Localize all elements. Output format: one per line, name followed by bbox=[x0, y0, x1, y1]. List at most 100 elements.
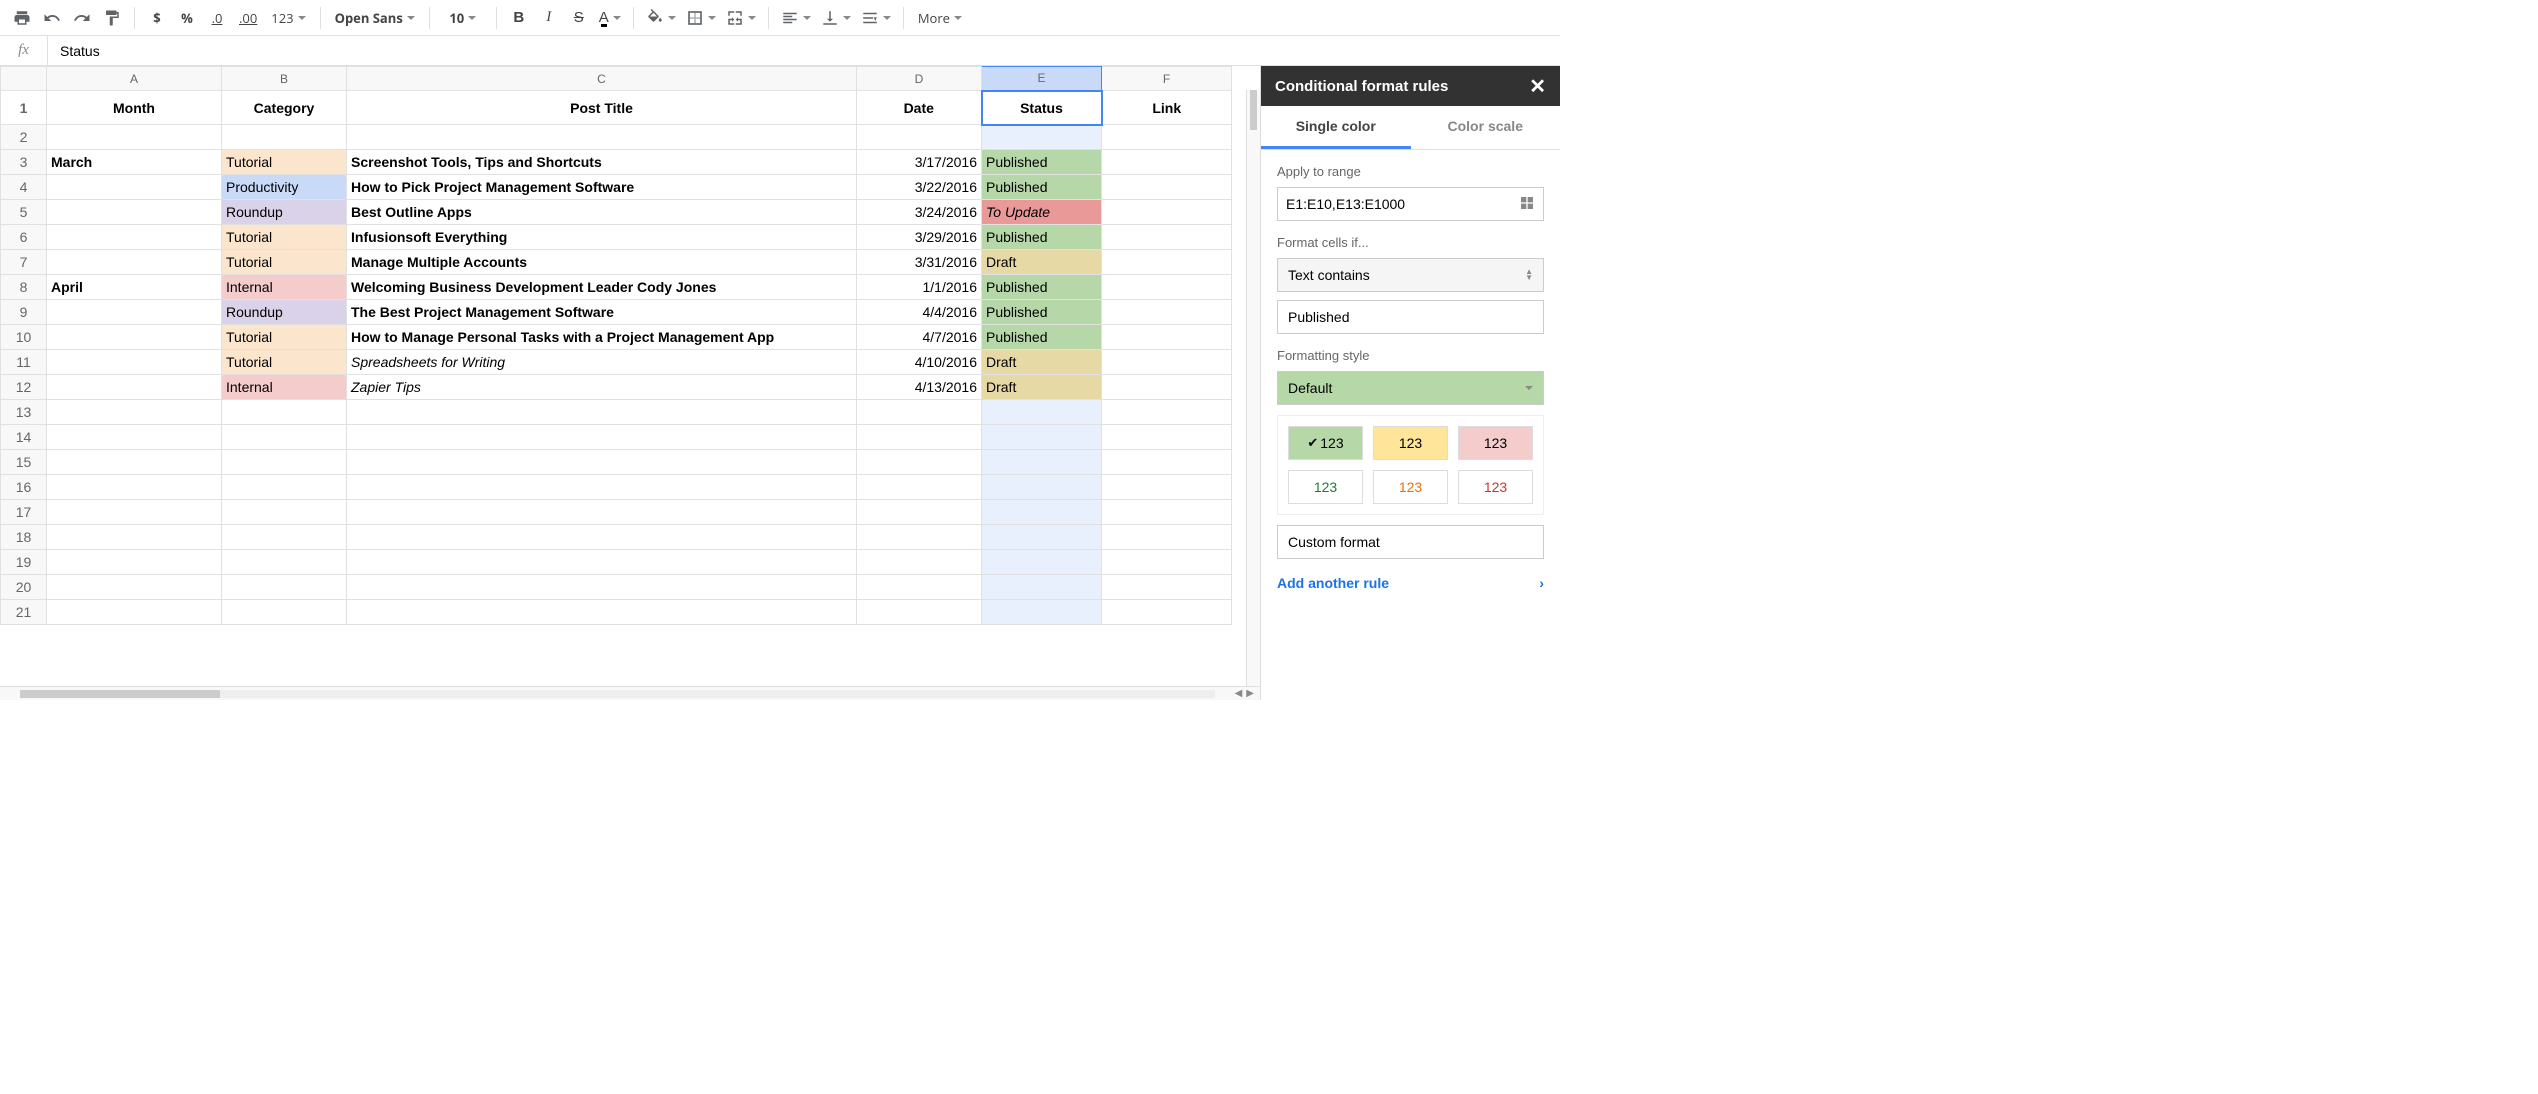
cell[interactable] bbox=[47, 375, 222, 400]
cell[interactable] bbox=[982, 125, 1102, 150]
cell[interactable]: Published bbox=[982, 150, 1102, 175]
cell[interactable]: 1/1/2016 bbox=[857, 275, 982, 300]
swatch-red-fill[interactable]: 123 bbox=[1458, 426, 1533, 460]
cell[interactable] bbox=[1102, 600, 1232, 625]
strikethrough-button[interactable]: S bbox=[565, 4, 593, 32]
cell[interactable] bbox=[982, 500, 1102, 525]
cell[interactable] bbox=[347, 550, 857, 575]
print-button[interactable] bbox=[8, 4, 36, 32]
cell[interactable]: Published bbox=[982, 175, 1102, 200]
col-header-e[interactable]: E bbox=[982, 67, 1102, 91]
cell[interactable] bbox=[982, 600, 1102, 625]
style-default-select[interactable]: Default bbox=[1277, 371, 1544, 405]
cell[interactable] bbox=[982, 400, 1102, 425]
row-header[interactable]: 12 bbox=[1, 375, 47, 400]
range-input[interactable]: E1:E10,E13:E1000 bbox=[1277, 187, 1544, 221]
cell[interactable]: Published bbox=[982, 275, 1102, 300]
header-cell[interactable]: Month bbox=[47, 91, 222, 125]
cell[interactable] bbox=[982, 525, 1102, 550]
format-percent-button[interactable]: % bbox=[173, 4, 201, 32]
cell[interactable]: 3/29/2016 bbox=[857, 225, 982, 250]
cell[interactable] bbox=[857, 475, 982, 500]
add-rule-button[interactable]: Add another rule › bbox=[1277, 575, 1544, 591]
font-select[interactable]: Open Sans bbox=[329, 4, 421, 32]
swatch-orange-text[interactable]: 123 bbox=[1373, 470, 1448, 504]
cell[interactable] bbox=[222, 600, 347, 625]
cell[interactable] bbox=[47, 125, 222, 150]
cell[interactable] bbox=[1102, 450, 1232, 475]
horizontal-scrollbar[interactable]: ◀▶ bbox=[0, 686, 1260, 700]
tab-color-scale[interactable]: Color scale bbox=[1411, 106, 1561, 149]
cell[interactable] bbox=[1102, 575, 1232, 600]
col-header-b[interactable]: B bbox=[222, 67, 347, 91]
cell[interactable] bbox=[47, 425, 222, 450]
cell[interactable]: 4/13/2016 bbox=[857, 375, 982, 400]
cell[interactable]: The Best Project Management Software bbox=[347, 300, 857, 325]
cell[interactable]: Published bbox=[982, 300, 1102, 325]
cell[interactable] bbox=[1102, 150, 1232, 175]
cell[interactable]: Zapier Tips bbox=[347, 375, 857, 400]
cell[interactable] bbox=[47, 575, 222, 600]
row-header[interactable]: 16 bbox=[1, 475, 47, 500]
cell[interactable]: Infusionsoft Everything bbox=[347, 225, 857, 250]
cell[interactable] bbox=[1102, 200, 1232, 225]
cell[interactable] bbox=[857, 500, 982, 525]
more-formats-button[interactable]: 123 bbox=[265, 4, 311, 32]
cell[interactable] bbox=[347, 125, 857, 150]
swatch-red-text[interactable]: 123 bbox=[1458, 470, 1533, 504]
swatch-green-fill[interactable]: ✔123 bbox=[1288, 426, 1363, 460]
cell[interactable]: Screenshot Tools, Tips and Shortcuts bbox=[347, 150, 857, 175]
cell[interactable] bbox=[47, 525, 222, 550]
fill-color-button[interactable] bbox=[642, 4, 680, 32]
cell[interactable] bbox=[47, 600, 222, 625]
cell[interactable] bbox=[857, 525, 982, 550]
cell[interactable] bbox=[1102, 125, 1232, 150]
cell[interactable] bbox=[982, 450, 1102, 475]
header-cell[interactable]: Category bbox=[222, 91, 347, 125]
cell[interactable] bbox=[1102, 425, 1232, 450]
header-cell[interactable]: Post Title bbox=[347, 91, 857, 125]
cell[interactable] bbox=[222, 425, 347, 450]
header-cell[interactable]: Date bbox=[857, 91, 982, 125]
increase-decimal-button[interactable]: .00 bbox=[233, 4, 263, 32]
cell[interactable] bbox=[222, 400, 347, 425]
cell[interactable] bbox=[1102, 225, 1232, 250]
col-header-f[interactable]: F bbox=[1102, 67, 1232, 91]
cell[interactable] bbox=[982, 550, 1102, 575]
col-header-d[interactable]: D bbox=[857, 67, 982, 91]
cell[interactable]: Published bbox=[982, 325, 1102, 350]
cell[interactable] bbox=[47, 175, 222, 200]
undo-button[interactable] bbox=[38, 4, 66, 32]
custom-format-button[interactable]: Custom format bbox=[1277, 525, 1544, 559]
cell[interactable] bbox=[47, 225, 222, 250]
row-header[interactable]: 20 bbox=[1, 575, 47, 600]
row-header[interactable]: 9 bbox=[1, 300, 47, 325]
cell[interactable] bbox=[857, 600, 982, 625]
cell[interactable] bbox=[47, 550, 222, 575]
cell[interactable] bbox=[47, 500, 222, 525]
cell[interactable]: Roundup bbox=[222, 200, 347, 225]
cell[interactable]: Spreadsheets for Writing bbox=[347, 350, 857, 375]
italic-button[interactable]: I bbox=[535, 4, 563, 32]
cell[interactable]: To Update bbox=[982, 200, 1102, 225]
cell[interactable] bbox=[857, 425, 982, 450]
col-header-c[interactable]: C bbox=[347, 67, 857, 91]
cell[interactable] bbox=[982, 475, 1102, 500]
cell[interactable] bbox=[982, 425, 1102, 450]
cell[interactable] bbox=[47, 450, 222, 475]
cell[interactable] bbox=[1102, 275, 1232, 300]
cell[interactable] bbox=[347, 400, 857, 425]
cell[interactable]: Draft bbox=[982, 375, 1102, 400]
row-header[interactable]: 15 bbox=[1, 450, 47, 475]
condition-value-input[interactable] bbox=[1277, 300, 1544, 334]
row-header[interactable]: 11 bbox=[1, 350, 47, 375]
cell[interactable]: Internal bbox=[222, 375, 347, 400]
cell[interactable] bbox=[1102, 400, 1232, 425]
cell[interactable]: Best Outline Apps bbox=[347, 200, 857, 225]
cell[interactable]: 3/31/2016 bbox=[857, 250, 982, 275]
cell[interactable] bbox=[1102, 375, 1232, 400]
cell[interactable] bbox=[47, 350, 222, 375]
row-header[interactable]: 3 bbox=[1, 150, 47, 175]
text-color-button[interactable]: A bbox=[595, 4, 625, 32]
cell[interactable]: 4/7/2016 bbox=[857, 325, 982, 350]
